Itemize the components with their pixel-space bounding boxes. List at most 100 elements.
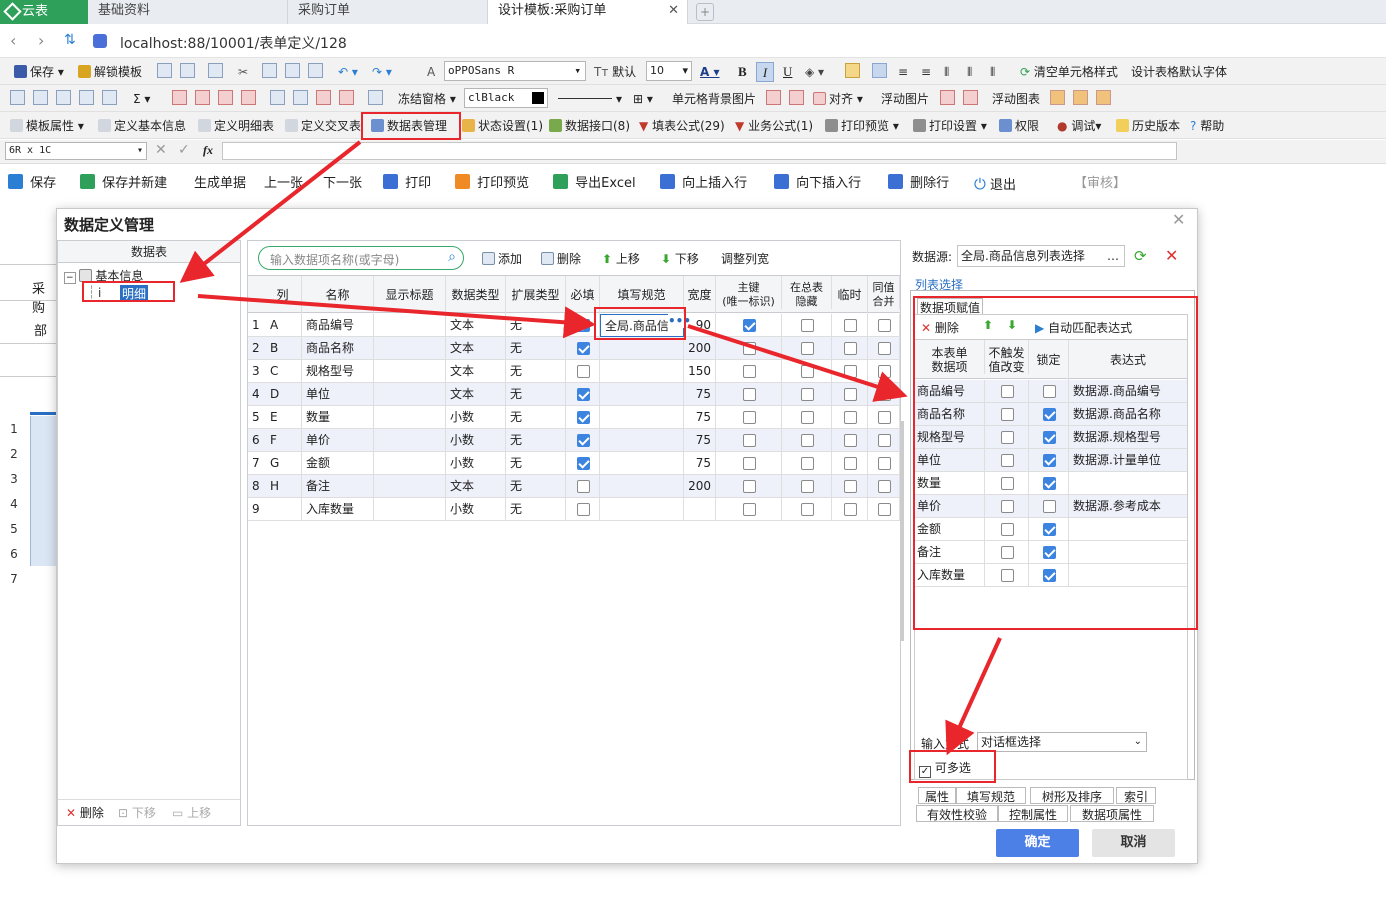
cell-n[interactable]: 3 [248, 360, 266, 383]
cell-name[interactable]: 商品编号 [302, 314, 374, 337]
checkbox-merge[interactable] [877, 388, 891, 401]
cell-ext[interactable]: 无 [506, 498, 566, 521]
checkbox-req[interactable] [576, 411, 590, 424]
clear-style-button[interactable]: ⟳ 清空单元格样式 [1020, 62, 1118, 82]
cell-title[interactable] [374, 360, 446, 383]
cell-spec[interactable] [600, 452, 684, 475]
checkbox-pk[interactable] [742, 388, 756, 401]
distribute-icon[interactable]: ⦀ [967, 62, 972, 82]
cell-type[interactable]: 小数 [446, 406, 506, 429]
cell-title[interactable] [374, 337, 446, 360]
cell-n[interactable]: 8 [248, 475, 266, 498]
save-new-button[interactable]: 保存并新建 [80, 174, 167, 194]
search-input[interactable]: 输入数据项名称(或字母) ⌕ [258, 246, 464, 270]
new-tab-button[interactable]: + [696, 3, 714, 21]
cell-n[interactable]: 5 [248, 406, 266, 429]
prev-button[interactable]: 上一张 [264, 174, 303, 194]
generate-button[interactable]: 生成单据 [194, 174, 246, 194]
refresh-icon[interactable]: ⇅ [64, 32, 76, 48]
checkbox-hide[interactable] [800, 411, 814, 424]
formula-input[interactable] [222, 142, 1177, 160]
checkbox-hide[interactable] [800, 365, 814, 378]
save-button[interactable]: 保存 ▾ [14, 62, 64, 82]
print-preview-button[interactable]: 打印预览 [455, 174, 529, 194]
define-basic-button[interactable]: 定义基本信息 [98, 116, 186, 136]
tool-icon[interactable] [316, 90, 331, 105]
define-detail-button[interactable]: 定义明细表 [198, 116, 274, 136]
close-icon[interactable]: ✕ [668, 0, 679, 22]
checkbox-pk[interactable] [742, 342, 756, 355]
apps-icon[interactable] [93, 34, 107, 48]
underline-button[interactable]: U [783, 62, 792, 82]
cell-width[interactable]: 75 [684, 452, 716, 475]
cell-n[interactable]: 2 [248, 337, 266, 360]
checkbox-hide[interactable] [800, 480, 814, 493]
image-icon[interactable] [766, 90, 781, 105]
biz-formula-button[interactable]: ▼ 业务公式(1) [735, 116, 813, 136]
checkbox-req[interactable] [576, 319, 590, 332]
grid-icon[interactable] [102, 90, 117, 105]
checkbox-hide[interactable] [800, 503, 814, 516]
checkbox-tmp[interactable] [843, 388, 857, 401]
fill-formula-button[interactable]: ▼ 填表公式(29) [639, 116, 725, 136]
cell-spec[interactable] [600, 360, 684, 383]
tab-basic-data[interactable]: 基础资料 [88, 0, 288, 24]
checkbox-hide[interactable] [800, 319, 814, 332]
cell-title[interactable] [374, 475, 446, 498]
paste-icon[interactable] [285, 63, 300, 78]
checkbox-req[interactable] [576, 388, 590, 401]
tool-icon[interactable] [208, 63, 223, 78]
color-select[interactable]: clBlack [464, 88, 548, 108]
table-row[interactable]: 9 入库数量 小数无 [248, 498, 900, 521]
table-row[interactable]: 3 C 规格型号 文本无 150 [248, 360, 900, 383]
checkbox-pk[interactable] [742, 480, 756, 493]
checkbox-hide[interactable] [800, 434, 814, 447]
cell-type[interactable]: 文本 [446, 383, 506, 406]
row-number[interactable]: 7 [0, 572, 28, 586]
font-name-select[interactable]: oPPOSans R ▾ [444, 61, 586, 81]
cell-name[interactable]: 数量 [302, 406, 374, 429]
checkbox-tmp[interactable] [843, 480, 857, 493]
checkbox-hide[interactable] [800, 388, 814, 401]
align-right-icon[interactable]: ≡ [921, 62, 931, 82]
cell-spec[interactable] [600, 475, 684, 498]
cell-name[interactable]: 规格型号 [302, 360, 374, 383]
cell-name[interactable]: 金额 [302, 452, 374, 475]
tool-icon[interactable] [270, 90, 285, 105]
adjust-width-button[interactable]: 调整列宽 [721, 250, 769, 267]
cell-ext[interactable]: 无 [506, 475, 566, 498]
grid-icon[interactable] [79, 90, 94, 105]
distribute-icon[interactable]: ⦀ [944, 62, 949, 82]
cancel-button[interactable]: 取消 [1092, 829, 1175, 857]
redo-icon[interactable]: ↷ ▾ [372, 62, 392, 82]
save-button[interactable]: 保存 [8, 174, 56, 194]
delete-item-button[interactable]: 删除 [541, 250, 581, 267]
cell-ext[interactable]: 无 [506, 452, 566, 475]
table-row[interactable]: 4 D 单位 文本无 75 [248, 383, 900, 406]
cell-name[interactable]: 单位 [302, 383, 374, 406]
cell-n[interactable]: 9 [248, 498, 266, 521]
float-image-button[interactable]: 浮动图片 [881, 89, 929, 109]
print-preview-button[interactable]: 打印预览 ▾ [825, 116, 899, 136]
row-number[interactable]: 1 [0, 422, 28, 436]
checkbox-merge[interactable] [877, 411, 891, 424]
chart-icon[interactable] [1096, 90, 1111, 105]
cell-spec[interactable] [600, 406, 684, 429]
cell-ext[interactable]: 无 [506, 406, 566, 429]
cell-n[interactable]: 4 [248, 383, 266, 406]
cell-spec[interactable] [600, 429, 684, 452]
tab-purchase-order[interactable]: 采购订单 [288, 0, 488, 24]
cut-icon[interactable]: ✂ [238, 62, 248, 82]
checkbox-merge[interactable] [877, 457, 891, 470]
cell-col[interactable]: G [266, 452, 302, 475]
align-button[interactable]: 对齐 ▾ [813, 89, 863, 109]
tool-icon[interactable] [339, 90, 354, 105]
template-props-button[interactable]: 模板属性 ▾ [10, 116, 84, 136]
cell-n[interactable]: 6 [248, 429, 266, 452]
function-icon[interactable]: fx [203, 143, 213, 158]
cell-width[interactable]: 75 [684, 429, 716, 452]
add-item-button[interactable]: 添加 [482, 250, 522, 267]
font-color-button[interactable]: A ▾ [700, 62, 720, 82]
cell-n[interactable]: 7 [248, 452, 266, 475]
tab-tree-sort[interactable]: 树形及排序 [1030, 787, 1114, 804]
